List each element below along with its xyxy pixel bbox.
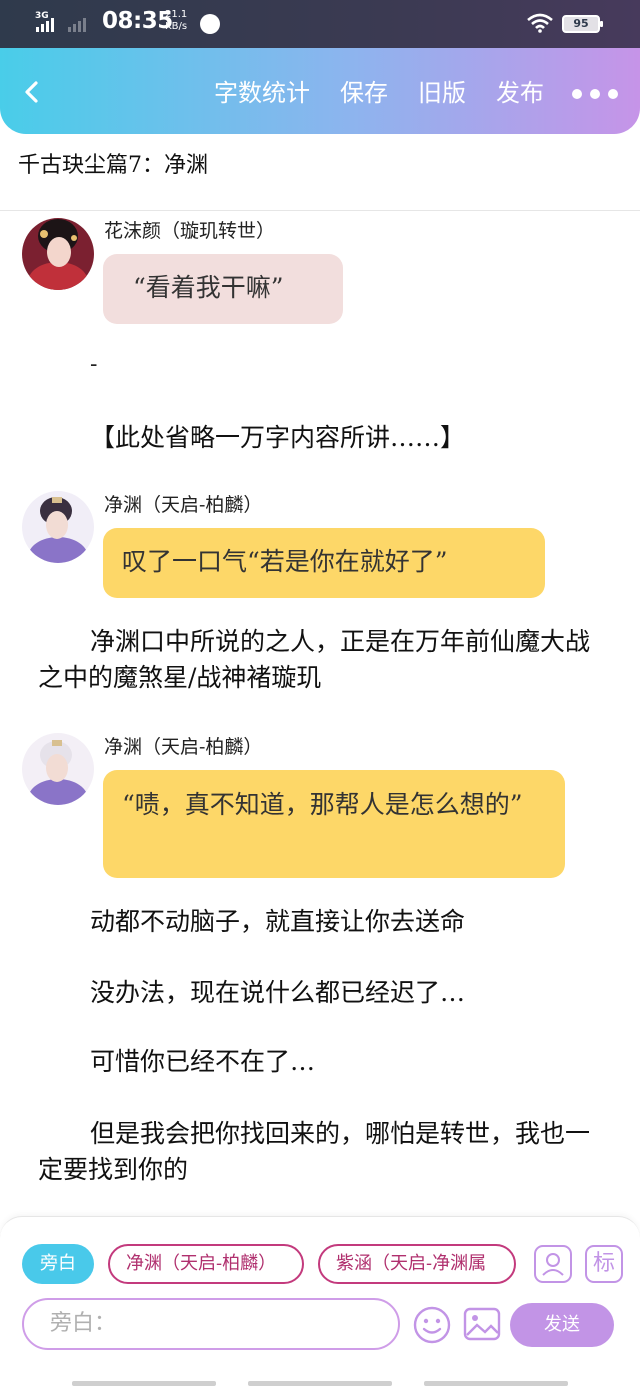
nav-bar (72, 1381, 216, 1386)
save-button[interactable]: 保存 (340, 78, 388, 108)
speaker-name: 净渊（天启-柏麟） (104, 494, 263, 516)
app-icon (200, 14, 220, 34)
role-chip-narrator[interactable]: 旁白 (22, 1244, 94, 1284)
narration-text: 可惜你已经不在了… (90, 1047, 316, 1076)
narration-text: 没办法，现在说什么都已经迟了… (90, 978, 466, 1007)
network-speed: 21.1 KB/s (165, 9, 187, 33)
separator-text: - (90, 352, 98, 377)
speed-unit: KB/s (165, 21, 188, 32)
wifi-icon (527, 13, 553, 33)
narration-text: 动都不动脑子，就直接让你去送命 (90, 907, 466, 936)
chat-text: “啧，真不知道，那帮人是怎么想的” (122, 790, 523, 819)
narration-text: 但是我会把你找回来的，哪怕是转世，我也一定要找到你的 (38, 1119, 591, 1184)
avatar[interactable] (22, 218, 94, 290)
chat-text: “看着我干嘛” (133, 273, 284, 302)
speed-value: 21.1 (165, 9, 188, 20)
role-chip-zihan[interactable]: 紫涵（天启-净渊属 (318, 1244, 516, 1284)
image-icon[interactable] (463, 1305, 501, 1343)
character-icon[interactable] (534, 1245, 572, 1283)
emoji-icon[interactable] (412, 1305, 452, 1345)
old-version-button[interactable]: 旧版 (418, 78, 466, 108)
clock: 08:35 (102, 8, 173, 34)
speaker-name: 花沫颜（璇玑转世） (104, 220, 276, 242)
word-count-button[interactable]: 字数统计 (214, 78, 310, 108)
avatar[interactable] (22, 733, 94, 805)
message-input[interactable]: 旁白： (22, 1298, 400, 1350)
send-button[interactable]: 发送 (510, 1303, 614, 1347)
narration-text: 净渊口中所说的之人，正是在万年前仙魔大战之中的魔煞星/战神褚璇玑 (38, 627, 591, 692)
speaker-name: 净渊（天启-柏麟） (104, 736, 263, 758)
editor-header: 字数统计 保存 旧版 发布 (0, 48, 640, 134)
chat-bubble[interactable]: “看着我干嘛” (103, 254, 343, 324)
chevron-left-icon[interactable] (20, 80, 44, 104)
signal-icon (68, 18, 86, 32)
status-bar: 3G 08:35 21.1 KB/s 95 (0, 0, 640, 48)
more-dots-icon[interactable] (572, 89, 618, 99)
narration-text: 【此处省略一万字内容所讲……】 (90, 423, 466, 452)
role-chip-jingyuan[interactable]: 净渊（天启-柏麟） (108, 1244, 304, 1284)
battery-icon: 95 (562, 15, 603, 33)
nav-bar (248, 1381, 392, 1386)
nav-bar (424, 1381, 568, 1386)
chat-bubble[interactable]: 叹了一口气“若是你在就好了” (103, 528, 545, 598)
chat-text: 叹了一口气“若是你在就好了” (122, 547, 448, 576)
page-title: 千古玦尘篇7：净渊 (18, 153, 208, 178)
chat-bubble[interactable]: “啧，真不知道，那帮人是怎么想的” (103, 770, 565, 878)
signal-icon (36, 18, 54, 32)
publish-button[interactable]: 发布 (496, 78, 544, 108)
avatar[interactable] (22, 491, 94, 563)
divider (0, 210, 640, 211)
label-button[interactable]: 标 (585, 1245, 623, 1283)
